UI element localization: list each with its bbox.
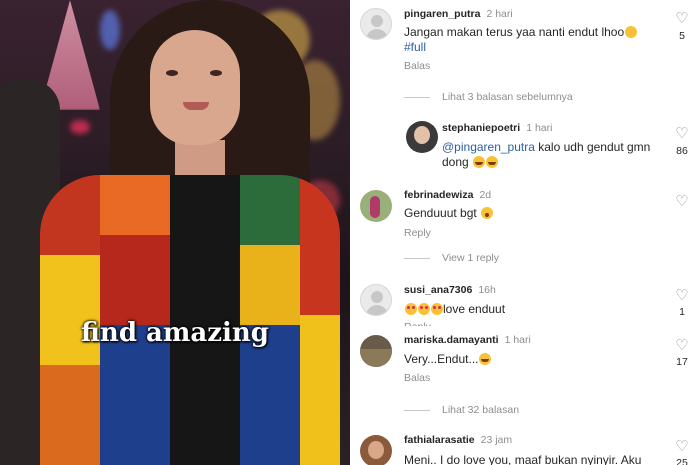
laughing-emoji-icon bbox=[473, 156, 486, 168]
view-more-replies[interactable]: Lihat 3 balasan sebelumnya bbox=[404, 91, 573, 103]
avatar[interactable] bbox=[406, 121, 438, 153]
heart-outline-icon[interactable]: ♡ bbox=[674, 338, 690, 353]
mention-link[interactable]: @pingaren_putra bbox=[442, 140, 535, 154]
subject-eye bbox=[210, 70, 222, 76]
comment-text: Jangan makan terus yaa nanti endut lhoo bbox=[404, 25, 638, 40]
comment-username[interactable]: fathialarasatie 23 jam bbox=[404, 434, 512, 446]
avatar[interactable] bbox=[360, 190, 392, 222]
comment-text: @pingaren_putra kalo udh gendut gmn bbox=[442, 140, 651, 154]
hashtag-link[interactable]: #full bbox=[404, 40, 426, 55]
video-caption: find amazing bbox=[81, 318, 269, 348]
like-count: 5 bbox=[679, 30, 685, 42]
laughing-emoji-icon bbox=[479, 353, 492, 365]
surprised-emoji-icon bbox=[481, 207, 494, 219]
avatar[interactable] bbox=[360, 8, 392, 40]
comment-time: 23 jam bbox=[480, 434, 513, 446]
view-more-replies[interactable]: Lihat 32 balasan bbox=[404, 404, 519, 416]
view-more-replies[interactable]: View 1 reply bbox=[404, 252, 499, 264]
heart-outline-icon[interactable]: ♡ bbox=[674, 439, 690, 454]
avatar[interactable] bbox=[360, 435, 392, 465]
video-frame[interactable]: find amazing bbox=[0, 0, 350, 465]
comment-username[interactable]: mariska.damayanti 1 hari bbox=[404, 334, 531, 346]
comment-text: Genduuut bgt bbox=[404, 206, 494, 221]
comment-username[interactable]: febrinadewiza 2d bbox=[404, 189, 491, 201]
reply-button[interactable]: Reply bbox=[404, 227, 431, 239]
subject-eye bbox=[166, 70, 178, 76]
like-count: 17 bbox=[676, 356, 688, 368]
comment-time: 16h bbox=[478, 284, 496, 296]
heart-eyes-emoji-icon bbox=[431, 303, 443, 315]
comment-text: love enduut bbox=[404, 302, 505, 317]
like-count: 86 bbox=[676, 145, 688, 157]
heart-outline-icon[interactable]: ♡ bbox=[674, 288, 690, 303]
comment-time: 1 hari bbox=[504, 334, 531, 346]
light-bokeh bbox=[100, 10, 120, 50]
comment-time: 2d bbox=[479, 189, 492, 201]
comment-username[interactable]: stephaniepoetri 1 hari bbox=[442, 122, 552, 134]
light-bokeh bbox=[70, 120, 90, 134]
heart-outline-icon[interactable]: ♡ bbox=[674, 194, 690, 209]
heart-outline-icon[interactable]: ♡ bbox=[674, 11, 690, 26]
comment-text: Very...Endut... bbox=[404, 352, 492, 367]
smile-emoji-icon bbox=[625, 26, 638, 38]
heart-eyes-emoji-icon bbox=[405, 303, 417, 315]
avatar[interactable] bbox=[360, 284, 392, 316]
subject-mouth bbox=[183, 102, 209, 110]
subject-neck bbox=[175, 140, 225, 180]
subject-face bbox=[150, 30, 240, 145]
like-count: 1 bbox=[679, 306, 685, 318]
avatar[interactable] bbox=[360, 335, 392, 367]
like-count: 25 bbox=[676, 457, 688, 465]
reply-button[interactable]: Reply bbox=[404, 321, 431, 326]
comments-panel[interactable]: pingaren_putra 2 hari Jangan makan terus … bbox=[350, 0, 700, 465]
heart-outline-icon[interactable]: ♡ bbox=[674, 126, 690, 141]
comment-username[interactable]: pingaren_putra 2 hari bbox=[404, 8, 513, 20]
heart-eyes-emoji-icon bbox=[418, 303, 430, 315]
laughing-emoji-icon bbox=[486, 156, 499, 168]
reply-button[interactable]: Balas bbox=[404, 60, 430, 72]
comment-text: Meni.. I do love you, maaf bukan nyinyir… bbox=[404, 453, 642, 465]
comment-text-line2: dong bbox=[442, 155, 499, 170]
comment-username[interactable]: susi_ana7306 16h bbox=[404, 284, 496, 296]
comment-time: 1 hari bbox=[526, 122, 553, 134]
comment-time: 2 hari bbox=[486, 8, 513, 20]
reply-button[interactable]: Balas bbox=[404, 372, 430, 384]
